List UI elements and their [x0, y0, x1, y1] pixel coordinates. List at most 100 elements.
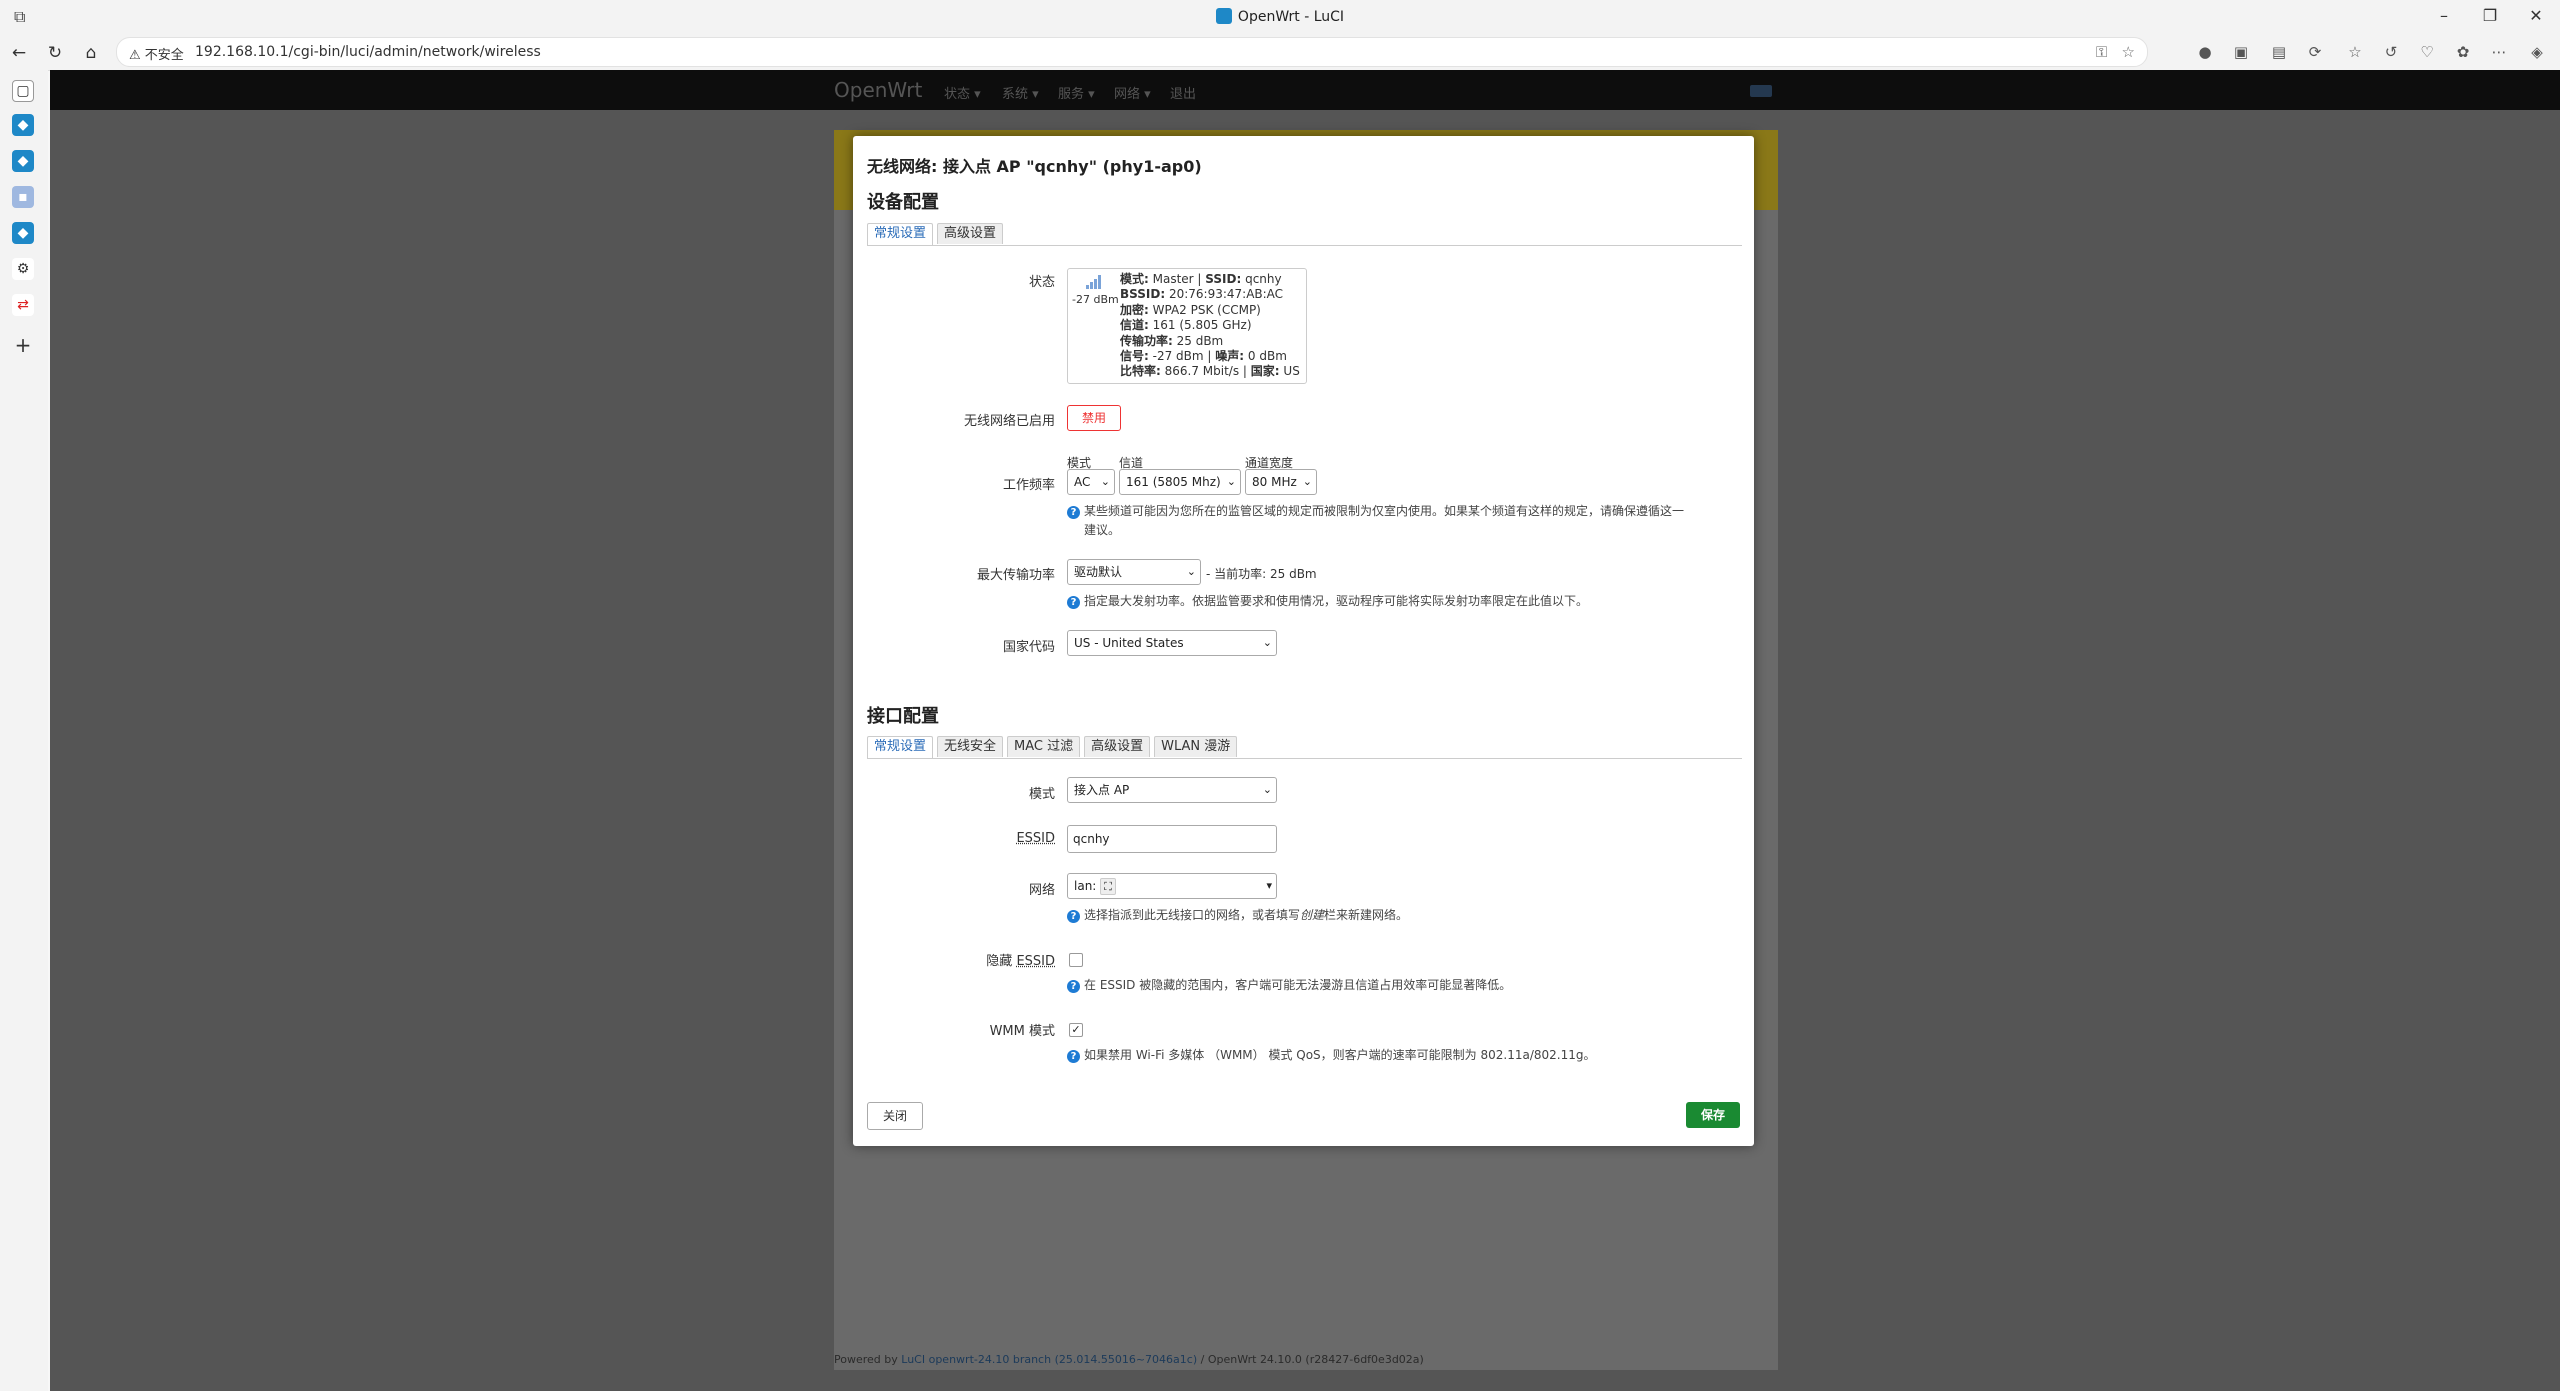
- openwrt-tab-icon[interactable]: ◆: [12, 150, 34, 172]
- history-icon[interactable]: ↺: [2382, 43, 2400, 61]
- tab-iface-advanced[interactable]: 高级设置: [1084, 736, 1151, 757]
- address-toolbar: ← ↻ ⌂ ⚠ 不安全 192.168.10.1/cgi-bin/luci/ad…: [0, 34, 2560, 71]
- openwrt-tab-icon[interactable]: ◆: [12, 222, 34, 244]
- chevron-down-icon: ⌄: [1262, 783, 1272, 796]
- hidden-essid-checkbox[interactable]: [1069, 953, 1083, 967]
- page-footer: Powered by LuCI openwrt-24.10 branch (25…: [834, 1353, 1424, 1366]
- status-line: BSSID: 20:76:93:47:AB:AC: [1120, 287, 1284, 302]
- extension-icon[interactable]: ▤: [2270, 43, 2288, 61]
- openwrt-favicon: [1215, 8, 1232, 24]
- extension-icon[interactable]: ⟳: [2306, 43, 2324, 61]
- signal-dbm: -27 dBm: [1072, 293, 1119, 306]
- menu-network[interactable]: 网络 ▾: [1114, 83, 1151, 102]
- channel-width-select[interactable]: 80 MHz ⌄: [1245, 469, 1317, 495]
- close-button[interactable]: 关闭: [867, 1102, 923, 1130]
- key-icon[interactable]: ⚿: [2096, 43, 2107, 61]
- current-power: - 当前功率: 25 dBm: [1206, 567, 1317, 581]
- device-config-heading: 设备配置: [867, 192, 939, 213]
- status-box: -27 dBm 模式: Master | SSID: qcnhy BSSID: …: [1067, 268, 1307, 384]
- url-text[interactable]: 192.168.10.1/cgi-bin/luci/admin/network/…: [195, 44, 541, 60]
- settings-tab-icon[interactable]: ⚙: [12, 258, 34, 280]
- tab-iface-security[interactable]: 无线安全: [937, 736, 1004, 757]
- wireless-enabled-label: 无线网络已启用: [963, 414, 1055, 429]
- device-tabs: 常规设置 高级设置: [867, 223, 1742, 246]
- favorites-icon[interactable]: ☆: [2346, 43, 2364, 61]
- wmm-label: WMM 模式: [989, 1024, 1055, 1039]
- heart-icon[interactable]: ♡: [2418, 43, 2436, 61]
- new-tab-icon[interactable]: +: [12, 334, 34, 356]
- interface-tabs: 常规设置 无线安全 MAC 过滤 高级设置 WLAN 漫游: [867, 736, 1742, 759]
- close-window-icon[interactable]: ✕: [2524, 6, 2548, 25]
- channel-select[interactable]: 161 (5805 Mhz) ⌄: [1119, 469, 1241, 495]
- essid-label: ESSID: [1016, 831, 1055, 846]
- hidden-essid-hint: ? 在 ESSID 被隐藏的范围内，客户端可能无法漫游且信道占用效率可能显著降低。: [1067, 976, 1511, 995]
- status-line: 比特率: 866.7 Mbit/s | 国家: US: [1120, 364, 1300, 379]
- iface-mode-select[interactable]: 接入点 AP ⌄: [1067, 777, 1277, 803]
- minimize-icon[interactable]: –: [2432, 6, 2456, 25]
- status-line: 信道: 161 (5.805 GHz): [1120, 318, 1252, 333]
- status-line: 模式: Master | SSID: qcnhy: [1120, 272, 1282, 286]
- reload-icon[interactable]: ↻: [44, 42, 66, 64]
- country-label: 国家代码: [1002, 640, 1055, 655]
- wmm-checkbox[interactable]: ✓: [1069, 1023, 1083, 1037]
- menu-logout[interactable]: 退出: [1170, 83, 1196, 102]
- chevron-down-icon: ⌄: [1262, 636, 1272, 649]
- theme-toggle[interactable]: [1750, 85, 1772, 97]
- url-bar[interactable]: ⚠ 不安全 192.168.10.1/cgi-bin/luci/admin/ne…: [116, 37, 2148, 67]
- status-label: 状态: [1028, 275, 1055, 290]
- security-warning[interactable]: ⚠ 不安全: [129, 44, 184, 63]
- wireless-config-modal: 无线网络: 接入点 AP "qcnhy" (phy1-ap0) 设备配置 常规设…: [853, 136, 1754, 1146]
- disable-button[interactable]: 禁用: [1067, 405, 1121, 431]
- txpower-label: 最大传输功率: [976, 568, 1055, 583]
- essid-input[interactable]: qcnhy: [1067, 825, 1277, 853]
- more-menu-icon[interactable]: ⋯: [2490, 43, 2508, 61]
- top-navigation: OpenWrt 状态 ▾ 系统 ▾ 服务 ▾ 网络 ▾ 退出: [50, 70, 2560, 110]
- chevron-down-icon: ⌄: [1186, 565, 1196, 578]
- back-icon[interactable]: ←: [8, 42, 30, 64]
- home-icon[interactable]: ⌂: [80, 42, 102, 64]
- chevron-down-icon: ⌄: [1100, 475, 1110, 488]
- frequency-hint: ? 某些频道可能因为您所在的监管区域的规定而被限制为仅室内使用。如果某个频道有这样…: [1067, 502, 1737, 540]
- lan-network-icon: ⛶: [1100, 878, 1116, 895]
- txpower-select[interactable]: 驱动默认 ⌄: [1067, 559, 1201, 585]
- menu-system[interactable]: 系统 ▾: [1002, 83, 1039, 102]
- window-titlebar: ⧉ OpenWrt - LuCI – ❐ ✕: [0, 0, 2560, 34]
- extension-badge-icon[interactable]: ▣: [2232, 43, 2250, 61]
- help-icon: ?: [1067, 596, 1080, 609]
- save-button[interactable]: 保存: [1686, 1102, 1740, 1128]
- restore-icon[interactable]: ❐: [2478, 6, 2502, 25]
- country-select[interactable]: US - United States ⌄: [1067, 630, 1277, 656]
- network-hint: ? 选择指派到此无线接口的网络，或者填写创建栏来新建网络。: [1067, 906, 1408, 925]
- menu-status[interactable]: 状态 ▾: [944, 83, 981, 102]
- help-icon: ?: [1067, 910, 1080, 923]
- tab-device-advanced[interactable]: 高级设置: [937, 223, 1004, 244]
- tab-icon[interactable]: ⇄: [12, 294, 34, 316]
- dropdown-arrow-icon: ▾: [1266, 879, 1272, 892]
- hw-mode-select[interactable]: AC ⌄: [1067, 469, 1115, 495]
- favorite-star-icon[interactable]: ☆: [2122, 43, 2135, 61]
- network-dropdown[interactable]: lan: ⛶ ▾: [1067, 873, 1277, 899]
- copilot-icon[interactable]: ◈: [2528, 43, 2546, 61]
- extension-icon[interactable]: ●: [2196, 43, 2214, 61]
- tab-iface-general[interactable]: 常规设置: [867, 736, 934, 758]
- chevron-down-icon: ⌄: [1226, 475, 1236, 488]
- tab-iface-mac-filter[interactable]: MAC 过滤: [1007, 736, 1081, 757]
- menu-services[interactable]: 服务 ▾: [1058, 83, 1095, 102]
- signal-strength-icon: [1086, 275, 1101, 289]
- frequency-label: 工作频率: [1002, 478, 1055, 493]
- extension-icon[interactable]: ✿: [2454, 43, 2472, 61]
- tab-iface-roaming[interactable]: WLAN 漫游: [1154, 736, 1238, 757]
- tab-device-general[interactable]: 常规设置: [867, 223, 934, 245]
- interface-config-heading: 接口配置: [867, 706, 939, 727]
- brand-logo[interactable]: OpenWrt: [834, 78, 922, 102]
- help-icon: ?: [1067, 980, 1080, 993]
- tabs-icon[interactable]: ▢: [12, 80, 34, 102]
- status-line: 信号: -27 dBm | 噪声: 0 dBm: [1120, 349, 1287, 364]
- tab-icon[interactable]: ▪: [12, 186, 34, 208]
- openwrt-tab-icon[interactable]: ◆: [12, 114, 34, 136]
- iface-mode-label: 模式: [1028, 787, 1055, 802]
- network-label: 网络: [1028, 883, 1055, 898]
- help-icon: ?: [1067, 506, 1080, 519]
- luci-link[interactable]: LuCI openwrt-24.10 branch (25.014.55016~…: [901, 1353, 1197, 1366]
- wmm-hint: ? 如果禁用 Wi-Fi 多媒体 （WMM） 模式 QoS，则客户端的速率可能限制…: [1067, 1046, 1596, 1065]
